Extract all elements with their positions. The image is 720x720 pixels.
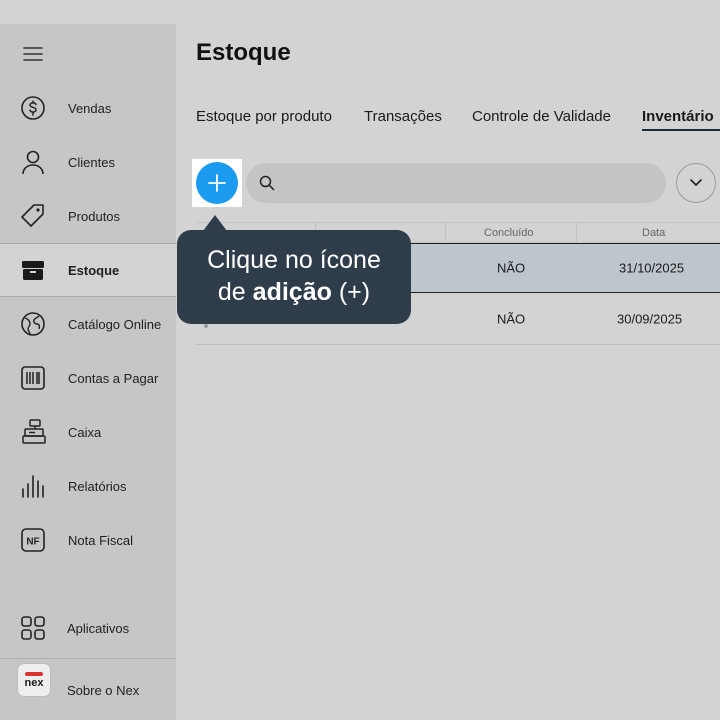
filter-dropdown-button[interactable]: [676, 163, 716, 203]
sidebar-divider: [0, 658, 176, 659]
tooltip-bold-word: adição: [252, 278, 332, 306]
cell-data: 31/10/2025: [619, 260, 685, 276]
sidebar-item-produtos[interactable]: Produtos: [0, 189, 176, 243]
nex-logo: nex: [17, 663, 51, 697]
sidebar-item-relatorios[interactable]: Relatórios: [0, 459, 176, 513]
tooltip-line-2: de adição (+): [177, 276, 411, 308]
sidebar-item-estoque[interactable]: Estoque: [0, 243, 176, 297]
tooltip-arrow: [203, 215, 227, 231]
dollar-circle-icon: [20, 95, 46, 121]
plus-icon: [208, 174, 226, 192]
tag-icon: [20, 203, 46, 229]
box-icon: [20, 257, 46, 283]
cell-concluido: NÃO: [497, 260, 526, 276]
sidebar-item-label: Relatórios: [68, 478, 127, 494]
sidebar-item-sobre[interactable]: nex Sobre o Nex: [0, 660, 176, 720]
add-button-highlight: [192, 159, 242, 207]
tooltip-suffix: (+): [331, 278, 371, 306]
tab-estoque-por-produto[interactable]: Estoque por produto: [196, 108, 332, 125]
barcode-icon: [20, 365, 46, 391]
header-data: Data: [642, 227, 666, 239]
sidebar-item-label: Caixa: [68, 424, 102, 440]
sidebar-item-vendas[interactable]: Vendas: [0, 81, 176, 135]
column-separator: [445, 223, 446, 242]
svg-text:NF: NF: [26, 537, 39, 548]
header-concluido: Concluído: [484, 227, 534, 239]
sidebar-item-clientes[interactable]: Clientes: [0, 135, 176, 189]
search-box[interactable]: [246, 163, 666, 203]
sidebar-item-label: Contas a Pagar: [68, 370, 159, 386]
hint-tooltip: Clique no ícone de adição (+): [177, 230, 411, 324]
active-tab-indicator: [642, 129, 720, 131]
tab-transacoes[interactable]: Transações: [364, 108, 442, 125]
bar-chart-icon: [20, 473, 46, 499]
chevron-down-icon: [690, 179, 702, 186]
tab-controle-de-validade[interactable]: Controle de Validade: [472, 108, 611, 125]
apps-grid-icon: [20, 615, 46, 641]
sidebar-item-caixa[interactable]: Caixa: [0, 405, 176, 459]
sidebar: Vendas Clientes Produtos Estoque Catálog…: [0, 24, 176, 720]
sidebar-item-aplicativos[interactable]: Aplicativos: [0, 601, 176, 655]
user-icon: [20, 149, 46, 175]
search-icon: [259, 175, 275, 191]
page-title: Estoque: [196, 39, 291, 66]
sidebar-item-label: Aplicativos: [67, 620, 130, 636]
nf-icon: NF: [20, 527, 46, 553]
column-separator: [576, 223, 577, 242]
sidebar-item-label: Catálogo Online: [68, 316, 162, 332]
logo-text: nex: [24, 676, 44, 689]
hamburger-menu-icon[interactable]: [20, 42, 46, 66]
sidebar-item-label: Nota Fiscal: [68, 532, 134, 548]
sidebar-item-label: Estoque: [68, 262, 120, 278]
sidebar-item-contas-a-pagar[interactable]: Contas a Pagar: [0, 351, 176, 405]
main-content: Estoque Estoque por produto Transações C…: [176, 24, 720, 720]
logo-bar: [25, 671, 43, 676]
cash-register-icon: [20, 419, 46, 445]
tooltip-line-1: Clique no ícone: [207, 246, 381, 274]
row-dot: [204, 324, 208, 328]
top-band: [0, 0, 720, 24]
tab-inventario[interactable]: Inventário: [642, 108, 714, 125]
globe-icon: [20, 311, 46, 337]
cell-concluido: NÃO: [497, 311, 526, 326]
add-button[interactable]: [196, 162, 238, 204]
sidebar-item-label: Clientes: [68, 154, 115, 170]
search-input[interactable]: [286, 171, 646, 195]
sidebar-item-label: Produtos: [68, 208, 121, 224]
tooltip-prefix: de: [217, 278, 253, 306]
cell-data: 30/09/2025: [617, 311, 683, 326]
sidebar-item-label: Vendas: [68, 100, 112, 116]
sidebar-item-catalogo-online[interactable]: Catálogo Online: [0, 297, 176, 351]
sidebar-item-nota-fiscal[interactable]: NF Nota Fiscal: [0, 513, 176, 567]
sidebar-item-label: Sobre o Nex: [67, 682, 140, 698]
